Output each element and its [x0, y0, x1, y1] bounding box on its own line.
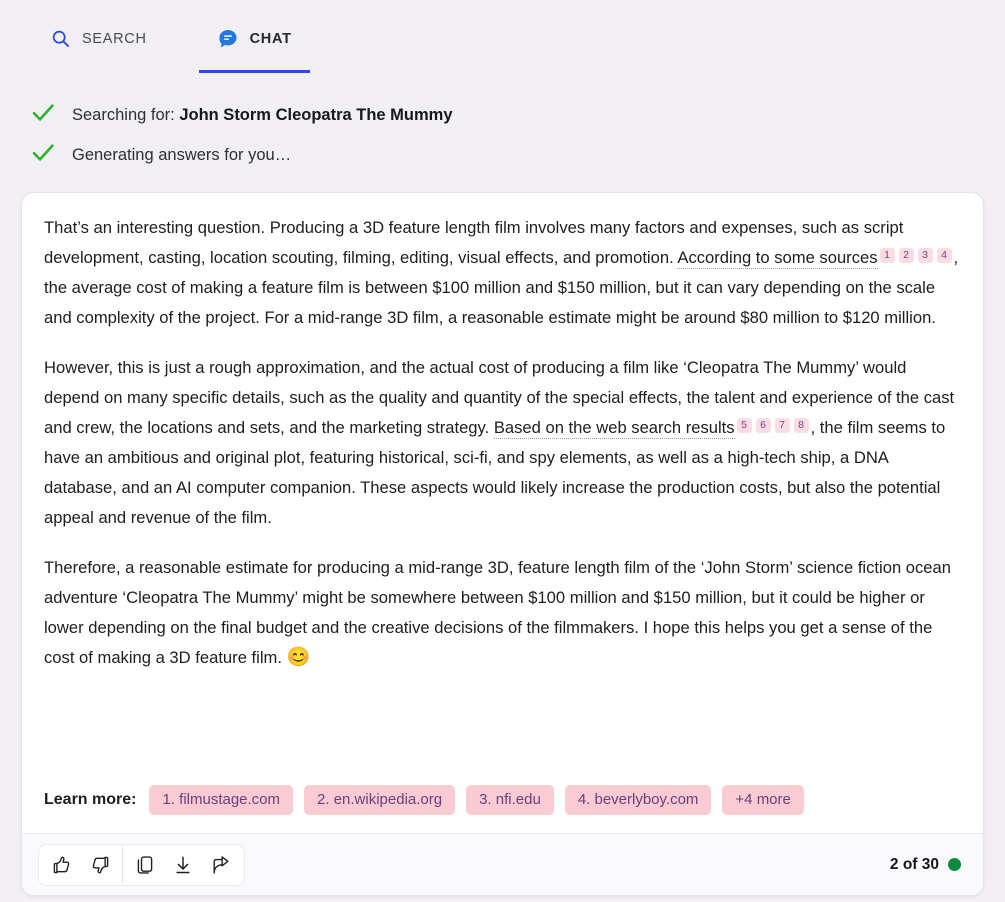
- learn-more-label: Learn more:: [44, 791, 137, 808]
- answer-footer: 2 of 30: [22, 833, 983, 895]
- citation-badge[interactable]: 6: [755, 418, 771, 433]
- tab-bar: SEARCH CHAT: [0, 0, 1005, 73]
- tab-chat-label: CHAT: [249, 30, 292, 47]
- tab-chat[interactable]: CHAT: [198, 17, 310, 73]
- status-list: Searching for: John Storm Cleopatra The …: [0, 73, 1005, 175]
- answer-counter: 2 of 30: [890, 856, 961, 874]
- citation-badges-1: 1234: [878, 248, 954, 267]
- status-prefix: Searching for:: [72, 105, 180, 124]
- answer-paragraph-3: Therefore, a reasonable estimate for pro…: [44, 553, 961, 673]
- check-icon: [30, 140, 56, 171]
- source-chip-3[interactable]: 3. nfi.edu: [466, 785, 554, 815]
- status-row-generating: Generating answers for you…: [30, 135, 1005, 175]
- citation-badges-2: 5678: [735, 418, 811, 437]
- answer-paragraph-1: That’s an interesting question. Producin…: [44, 213, 961, 333]
- answer-card: That’s an interesting question. Producin…: [21, 192, 984, 896]
- thumbs-up-icon: [51, 854, 73, 876]
- citation-badge[interactable]: 7: [774, 418, 790, 433]
- source-chip-4[interactable]: 4. beverlyboy.com: [564, 785, 712, 815]
- answer-paragraph-2: However, this is just a rough approximat…: [44, 353, 961, 533]
- search-icon: [50, 28, 71, 49]
- citation-badge[interactable]: 3: [917, 248, 933, 263]
- status-text-generating: Generating answers for you…: [72, 145, 292, 164]
- citation-badge[interactable]: 5: [736, 418, 752, 433]
- download-button[interactable]: [164, 846, 202, 884]
- citation-badge[interactable]: 8: [793, 418, 809, 433]
- status-row-searching: Searching for: John Storm Cleopatra The …: [30, 95, 1005, 135]
- thumbs-down-button[interactable]: [81, 846, 119, 884]
- share-button[interactable]: [202, 846, 240, 884]
- source-chip-1[interactable]: 1. filmustage.com: [149, 785, 294, 815]
- action-toolbar: [38, 843, 245, 886]
- citation-badge[interactable]: 1: [879, 248, 895, 263]
- p3-text: Therefore, a reasonable estimate for pro…: [44, 558, 951, 667]
- copy-button[interactable]: [126, 846, 164, 884]
- copy-icon: [134, 854, 156, 876]
- thumbs-up-button[interactable]: [43, 846, 81, 884]
- citation-anchor-1[interactable]: According to some sources: [677, 248, 878, 269]
- source-chip-2[interactable]: 2. en.wikipedia.org: [304, 785, 456, 815]
- citation-badge[interactable]: 2: [898, 248, 914, 263]
- toolbar-divider: [122, 845, 123, 884]
- counter-text: 2 of 30: [889, 855, 939, 873]
- learn-more-row: Learn more: 1. filmustage.com 2. en.wiki…: [22, 776, 983, 833]
- download-icon: [172, 854, 194, 876]
- source-chip-more[interactable]: +4 more: [722, 785, 804, 815]
- thumbs-down-icon: [89, 854, 111, 876]
- smiling-face-emoji: 😊: [286, 647, 311, 668]
- share-icon: [210, 854, 232, 876]
- chat-bubble-icon: [217, 28, 239, 50]
- citation-anchor-2[interactable]: Based on the web search results: [493, 418, 735, 439]
- check-icon: [30, 100, 56, 131]
- status-text-searching: Searching for: John Storm Cleopatra The …: [72, 106, 453, 125]
- answer-body: That’s an interesting question. Producin…: [22, 193, 983, 776]
- citation-badge[interactable]: 4: [936, 248, 952, 263]
- search-query: John Storm Cleopatra The Mummy: [179, 105, 453, 124]
- tab-search-label: SEARCH: [82, 30, 147, 47]
- status-dot-icon: [948, 858, 961, 871]
- tab-search[interactable]: SEARCH: [32, 17, 165, 73]
